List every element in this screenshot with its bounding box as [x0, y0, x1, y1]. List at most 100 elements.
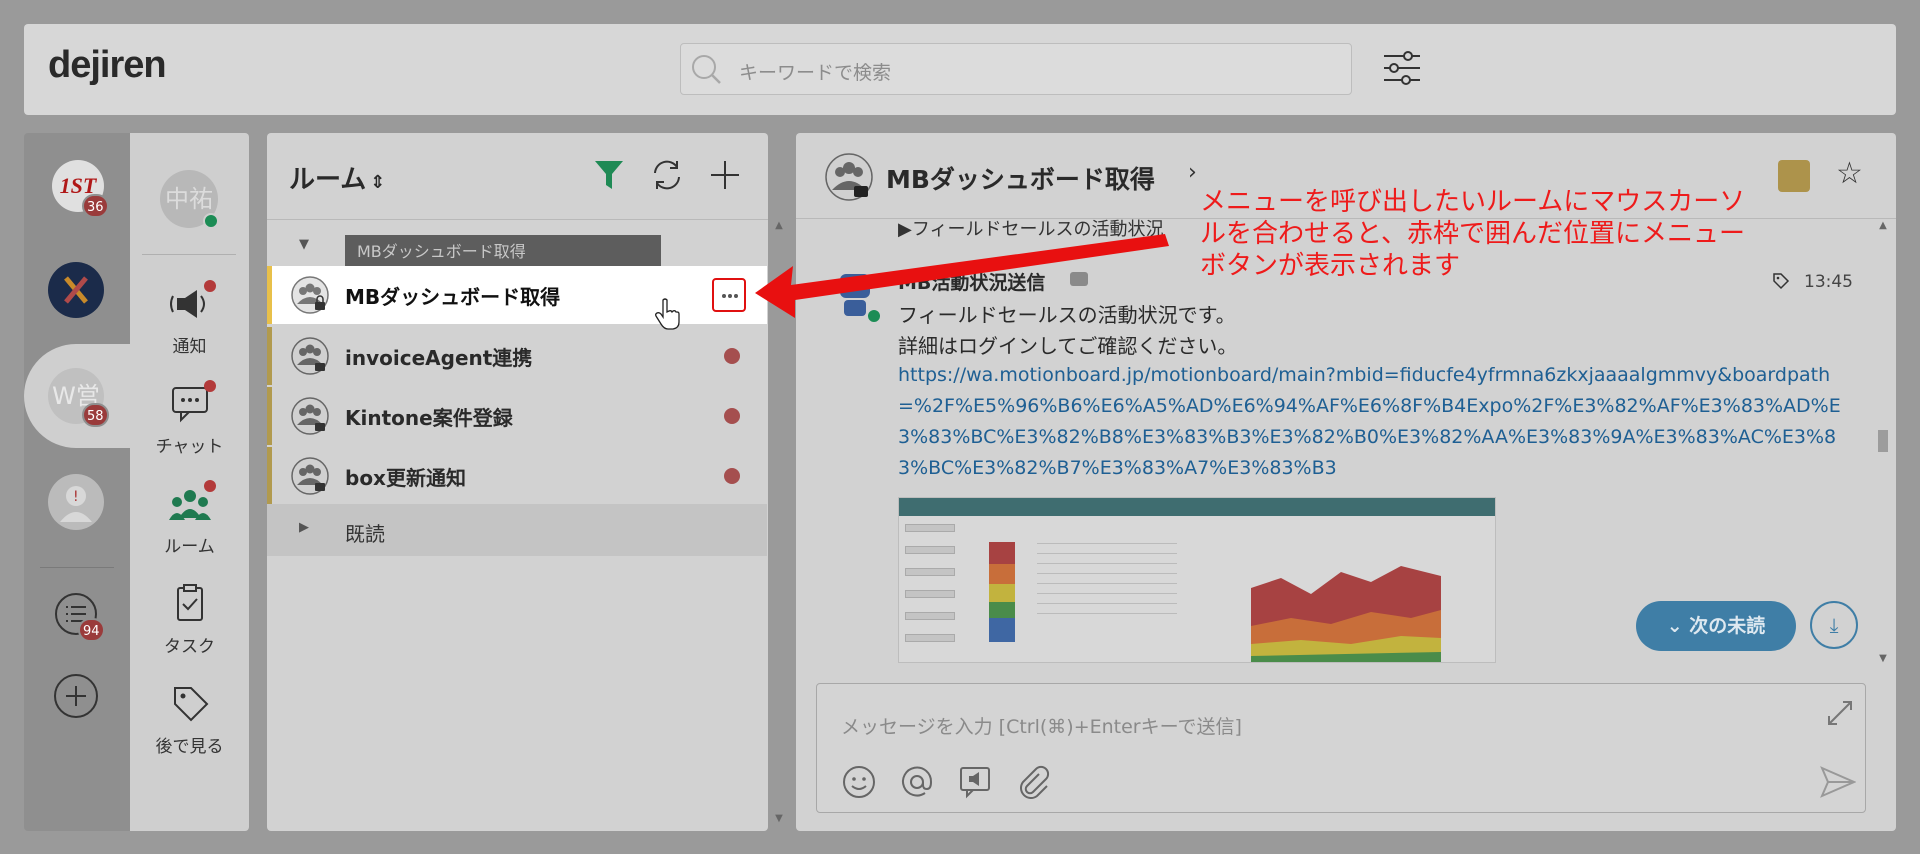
- room-item[interactable]: MBダッシュボード取得: [267, 266, 767, 330]
- notification-dot: [204, 380, 216, 392]
- rail-divider: [40, 567, 114, 568]
- send-icon[interactable]: [1820, 766, 1856, 798]
- nav-notifications[interactable]: 通知: [130, 280, 249, 357]
- room-color-bar: [267, 266, 272, 324]
- read-section-header[interactable]: ▶ 既読: [267, 504, 767, 556]
- room-lock-icon: [291, 397, 329, 435]
- add-room-icon[interactable]: [705, 155, 745, 195]
- refresh-icon[interactable]: [647, 155, 687, 195]
- workspace-badge: 94: [78, 618, 105, 642]
- message-composer[interactable]: メッセージを入力 [Ctrl(⌘)+Enterキーで送信]: [816, 683, 1866, 813]
- room-name: box更新通知: [345, 466, 466, 490]
- message-input[interactable]: メッセージを入力 [Ctrl(⌘)+Enterキーで送信]: [841, 712, 1242, 739]
- room-lock-icon: [291, 337, 329, 375]
- room-lock-icon: [825, 153, 873, 201]
- room-name: invoiceAgent連携: [345, 346, 533, 370]
- dashboard-filters: [905, 524, 957, 662]
- chat-room-title[interactable]: MBダッシュボード取得: [886, 160, 1155, 196]
- unread-dot: [724, 408, 740, 424]
- plus-icon: [66, 686, 86, 706]
- app-logo[interactable]: dejiren: [48, 44, 167, 87]
- tag-icon: [173, 687, 208, 722]
- expand-icon[interactable]: [1825, 698, 1855, 728]
- nav-label: タスク: [164, 637, 215, 657]
- dashboard-header-bar: [899, 498, 1495, 516]
- top-bar: dejiren キーワードで検索: [24, 24, 1896, 115]
- nav-label: ルーム: [164, 537, 215, 557]
- hand-cursor-icon: [655, 298, 680, 330]
- nav-chat[interactable]: チャット: [130, 380, 249, 457]
- room-menu-button[interactable]: [712, 278, 746, 312]
- room-color-bar: [267, 447, 272, 505]
- room-color-bar: [267, 327, 272, 385]
- message-time: 13:45: [1804, 272, 1853, 292]
- room-lock-icon: [291, 276, 329, 314]
- more-dots-icon: [722, 294, 726, 298]
- mention-icon[interactable]: [899, 764, 935, 800]
- chevron-right-icon[interactable]: ›: [1188, 160, 1197, 185]
- search-icon: [692, 55, 721, 84]
- emoji-icon[interactable]: [841, 764, 877, 800]
- room-panel-title[interactable]: ルーム ⇕: [289, 159, 385, 196]
- nav-later[interactable]: 後で見る: [130, 684, 249, 757]
- stacked-bar-graphic: [989, 542, 1015, 642]
- room-tooltip: MBダッシュボード取得: [345, 235, 661, 269]
- sort-icon[interactable]: ⇕: [370, 172, 385, 193]
- nav-divider: [142, 254, 236, 255]
- nav-label: 通知: [172, 337, 207, 357]
- scroll-down-icon[interactable]: ▼: [1876, 653, 1890, 664]
- room-color-swatch[interactable]: [1778, 160, 1810, 192]
- nav-label: チャット: [155, 437, 224, 457]
- scroll-thumb[interactable]: [1878, 430, 1888, 452]
- dashboard-table: [1037, 534, 1177, 630]
- filter-icon[interactable]: [589, 155, 629, 195]
- expand-arrow-icon: ▶: [299, 520, 309, 535]
- room-item[interactable]: box更新通知: [267, 447, 767, 505]
- search-input[interactable]: キーワードで検索: [739, 58, 891, 85]
- room-panel-title-text: ルーム: [289, 165, 367, 195]
- room-color-bar: [267, 387, 272, 445]
- user-alert-icon: !: [60, 486, 92, 522]
- online-status-dot: [203, 213, 219, 229]
- room-lock-icon: [291, 457, 329, 495]
- nav-rooms[interactable]: ルーム: [130, 480, 249, 557]
- jump-to-bottom-button[interactable]: ⤓: [1810, 601, 1858, 649]
- attach-icon[interactable]: [1015, 764, 1051, 800]
- message-link[interactable]: https://wa.motionboard.jp/motionboard/ma…: [898, 360, 1848, 484]
- clipboard-check-icon: [176, 584, 203, 621]
- nav-tasks[interactable]: タスク: [130, 584, 249, 657]
- filter-settings-icon[interactable]: [1380, 48, 1424, 88]
- scroll-up-icon[interactable]: ▲: [1876, 220, 1890, 231]
- annotation-text: メニューを呼び出したいルームにマウスカーソルを合わせると、赤枠で囲んだ位置にメニ…: [1200, 187, 1746, 281]
- unread-dot: [724, 468, 740, 484]
- room-name: MBダッシュボード取得: [345, 285, 561, 309]
- room-item[interactable]: Kintone案件登録: [267, 387, 767, 445]
- notification-dot: [204, 280, 216, 292]
- room-item[interactable]: invoiceAgent連携: [267, 327, 767, 385]
- annotation-arrow: [755, 234, 1169, 318]
- workspace-x[interactable]: [48, 262, 104, 318]
- area-chart-graphic: [1251, 566, 1441, 662]
- scroll-down-icon[interactable]: ▼: [772, 813, 786, 824]
- tag-icon[interactable]: [1772, 272, 1790, 290]
- collapse-arrow-icon: ▼: [299, 237, 309, 252]
- add-workspace-button[interactable]: [54, 674, 98, 718]
- room-name: Kintone案件登録: [345, 406, 513, 430]
- read-section-label: 既読: [345, 522, 385, 546]
- workspace-badge: 36: [82, 194, 109, 218]
- chat-scrollbar[interactable]: ▲ ▼: [1876, 220, 1890, 664]
- notification-dot: [204, 480, 216, 492]
- unread-dot: [724, 348, 740, 364]
- search-box[interactable]: キーワードで検索: [680, 43, 1352, 95]
- next-unread-button[interactable]: ⌄ 次の未読: [1636, 601, 1796, 651]
- next-unread-label: 次の未読: [1689, 615, 1766, 637]
- announcement-icon[interactable]: [957, 764, 993, 800]
- x-logo-icon: [64, 276, 88, 304]
- nav-label: 後で見る: [155, 737, 224, 757]
- workspace-badge: 58: [82, 403, 109, 427]
- dashboard-image[interactable]: [898, 497, 1496, 663]
- svg-text:!: !: [73, 489, 79, 505]
- star-icon[interactable]: ☆: [1836, 156, 1863, 191]
- room-panel-divider: [267, 219, 768, 220]
- workspace-alert[interactable]: !: [48, 474, 104, 530]
